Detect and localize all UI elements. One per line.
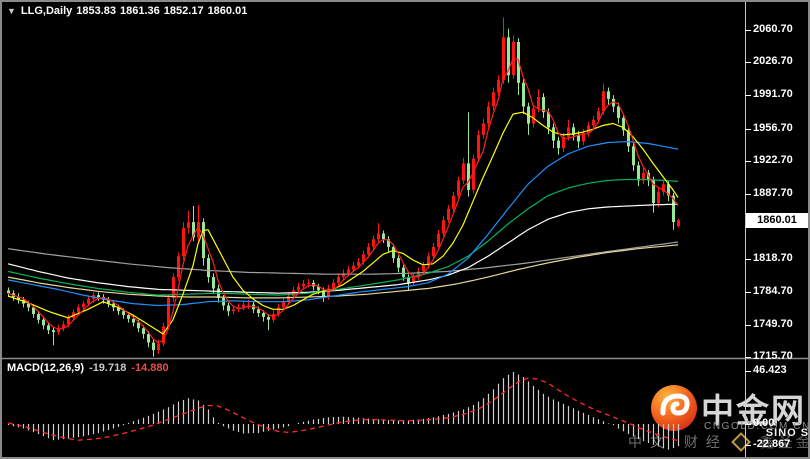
high-value: 1861.36 [120,5,160,17]
chart-window: 中金网 CNGOLD.COM.CN 中文 财经 鑫圣金业集团 SINO SOUN… [0,0,810,459]
macd-indicator-label: MACD(12,26,9) -19.718 -14.880 [7,362,169,374]
chart-title: ▼ LLG,Daily 1853.83 1861.36 1852.17 1860.01 [7,5,251,17]
macd-axis-label: 0.00 [753,417,775,429]
price-axis-label: 1749.70 [753,318,793,330]
ma-grey [7,241,679,275]
macd-axis-label: 46.423 [753,364,787,376]
macd-signal-line [7,377,679,442]
current-price-tag: 1860.01 [746,213,808,228]
open-value: 1853.83 [76,5,117,17]
symbol-timeframe-label: LLG,Daily [20,5,73,17]
current-price-value: 1860.01 [757,214,797,226]
close-value: 1860.01 [207,5,248,17]
macd-main-value: -19.718 [89,362,127,374]
price-axis-label: 1922.70 [753,154,793,166]
chevron-down-icon[interactable]: ▼ [7,6,16,16]
macd-name: MACD(12,26,9) [7,362,85,374]
price-axis-label: 1956.70 [753,122,793,134]
price-axis-label: 1818.70 [753,252,793,264]
price-axis-label: 1887.70 [753,187,793,199]
price-axis-label: 1715.70 [753,350,793,362]
price-axis-label: 1991.70 [753,88,793,100]
ma-red-fast [7,57,679,344]
macd-axis-label: -22.867 [753,438,791,450]
macd-signal-value: -14.880 [131,362,169,374]
price-axis-label: 1784.70 [753,285,793,297]
low-value: 1852.17 [163,5,204,17]
price-axis-label: 2026.70 [753,55,793,67]
price-axis-label: 2060.70 [753,23,793,35]
price-chart[interactable] [0,0,810,459]
